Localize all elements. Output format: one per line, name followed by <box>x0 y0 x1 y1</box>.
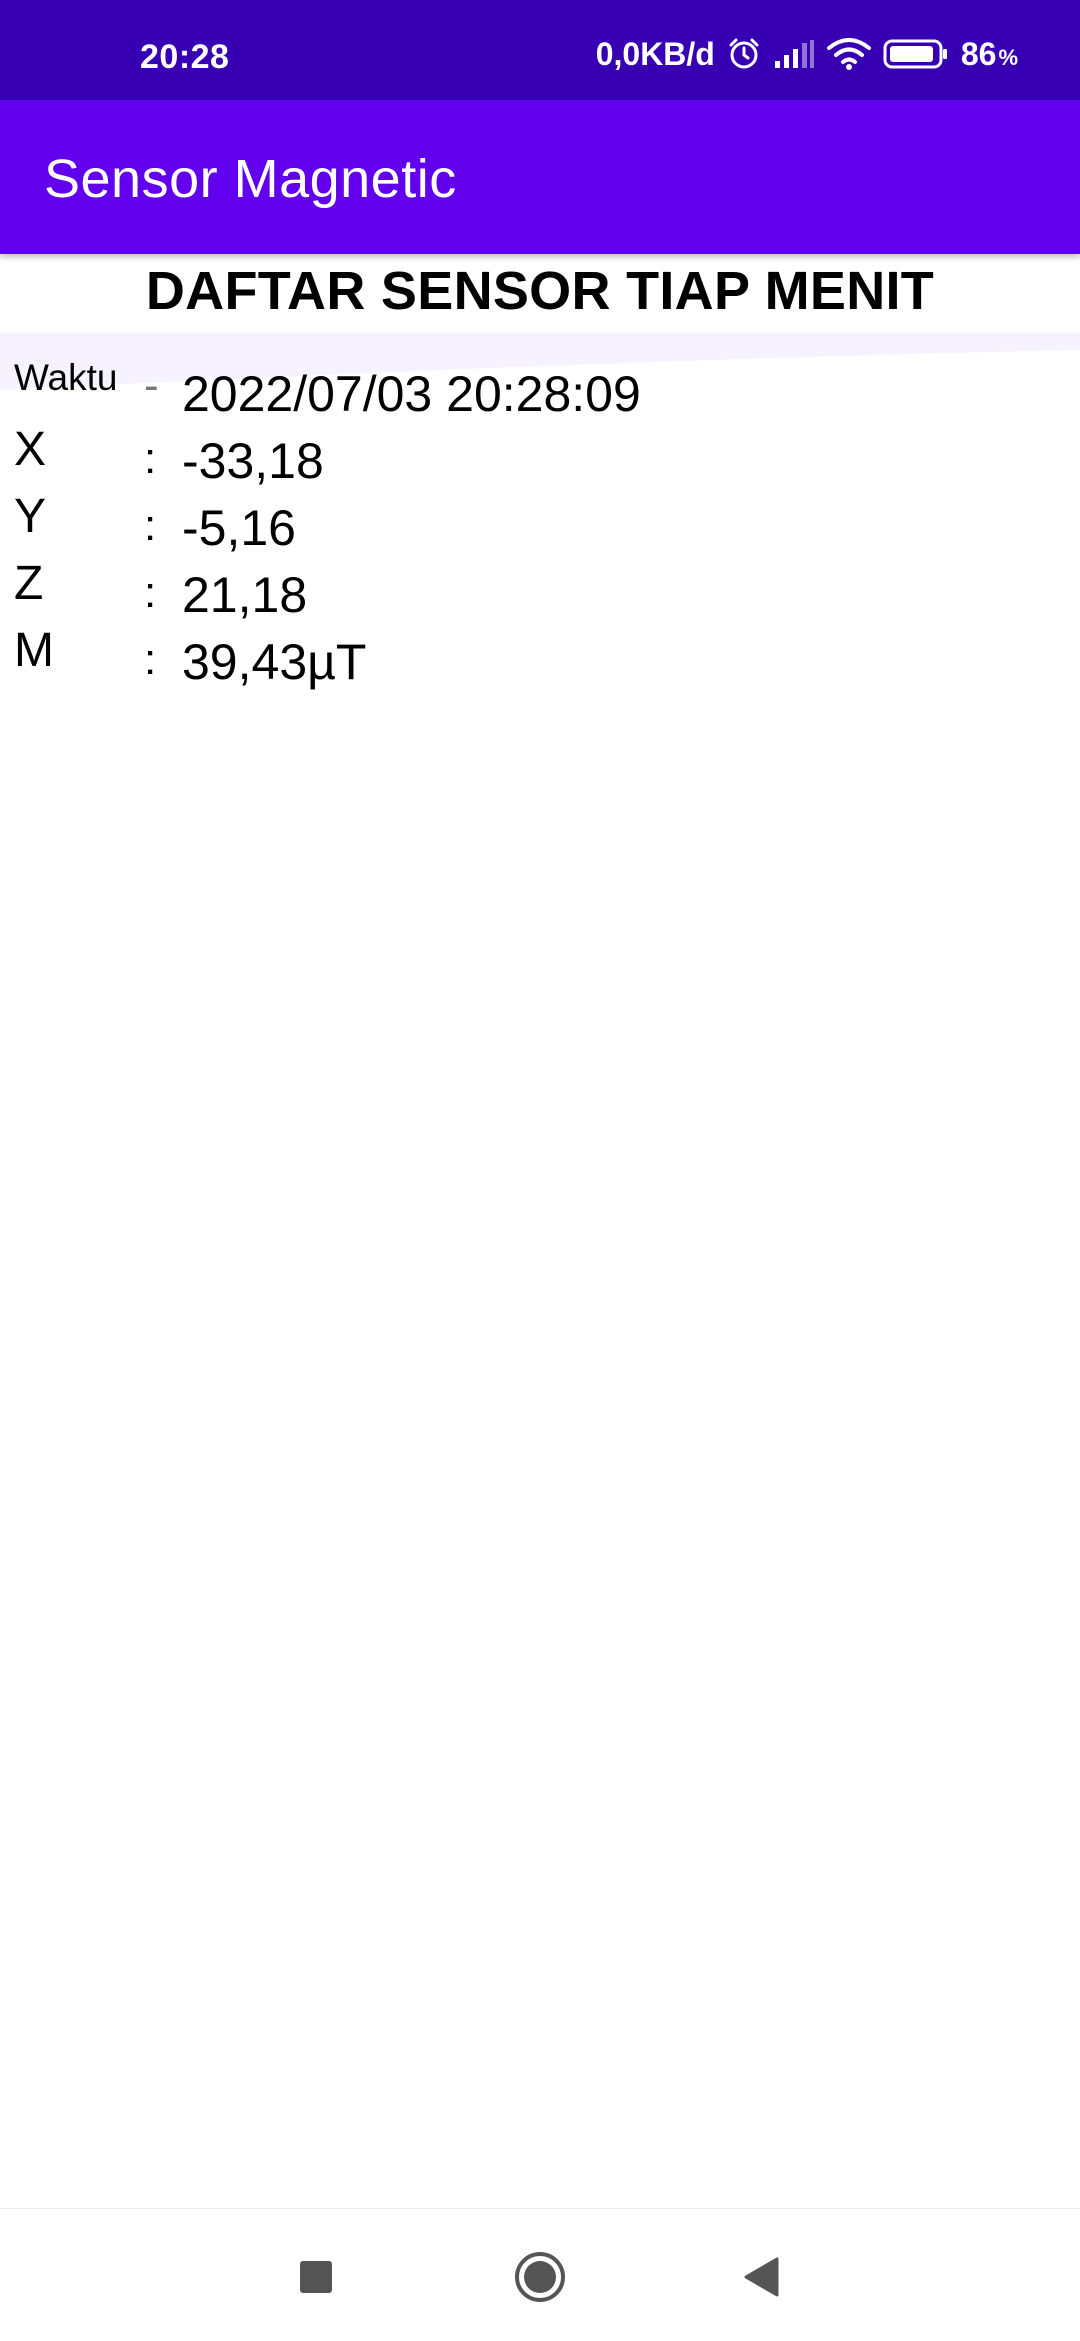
navigation-bar <box>0 2208 1080 2341</box>
battery-percent-sign: % <box>998 44 1018 70</box>
home-button[interactable] <box>512 2249 568 2305</box>
wifi-icon <box>826 38 871 70</box>
value-waktu: 2022/07/03 20:28:09 <box>182 366 641 422</box>
label-y: Y <box>14 490 47 543</box>
value-x: -33,18 <box>182 433 324 489</box>
network-speed: 0,0KB/d <box>595 35 715 72</box>
back-icon <box>744 2257 779 2297</box>
label-x: X <box>14 423 47 476</box>
separator: : <box>144 501 157 550</box>
status-time: 20:28 <box>140 38 230 76</box>
value-m: 39,43µT <box>182 634 367 690</box>
signal-icon <box>773 39 815 69</box>
battery-percent-value: 86 <box>960 35 997 72</box>
separator: : <box>144 635 157 684</box>
value-y: -5,16 <box>182 500 296 556</box>
recents-icon <box>300 2261 332 2293</box>
value-z: 21,18 <box>182 567 308 623</box>
page-heading: DAFTAR SENSOR TIAP MENIT <box>145 261 935 321</box>
separator: - <box>144 361 159 410</box>
battery-percent: 86 % <box>961 36 1018 73</box>
app-bar: Sensor Magnetic <box>0 100 1080 254</box>
recents-button[interactable] <box>288 2249 344 2305</box>
back-button[interactable] <box>733 2249 789 2305</box>
alarm-icon <box>727 37 761 71</box>
separator: : <box>144 568 157 617</box>
battery-icon <box>883 38 949 70</box>
label-waktu: Waktu <box>14 357 118 398</box>
home-icon <box>515 2252 565 2302</box>
status-icons: 0,0KB/d 86 % <box>596 32 1018 76</box>
label-m: M <box>14 624 54 677</box>
separator: : <box>144 434 157 483</box>
label-z: Z <box>14 557 44 610</box>
status-bar: 20:28 0,0KB/d 86 % <box>0 0 1080 100</box>
app-title: Sensor Magnetic <box>44 149 457 209</box>
